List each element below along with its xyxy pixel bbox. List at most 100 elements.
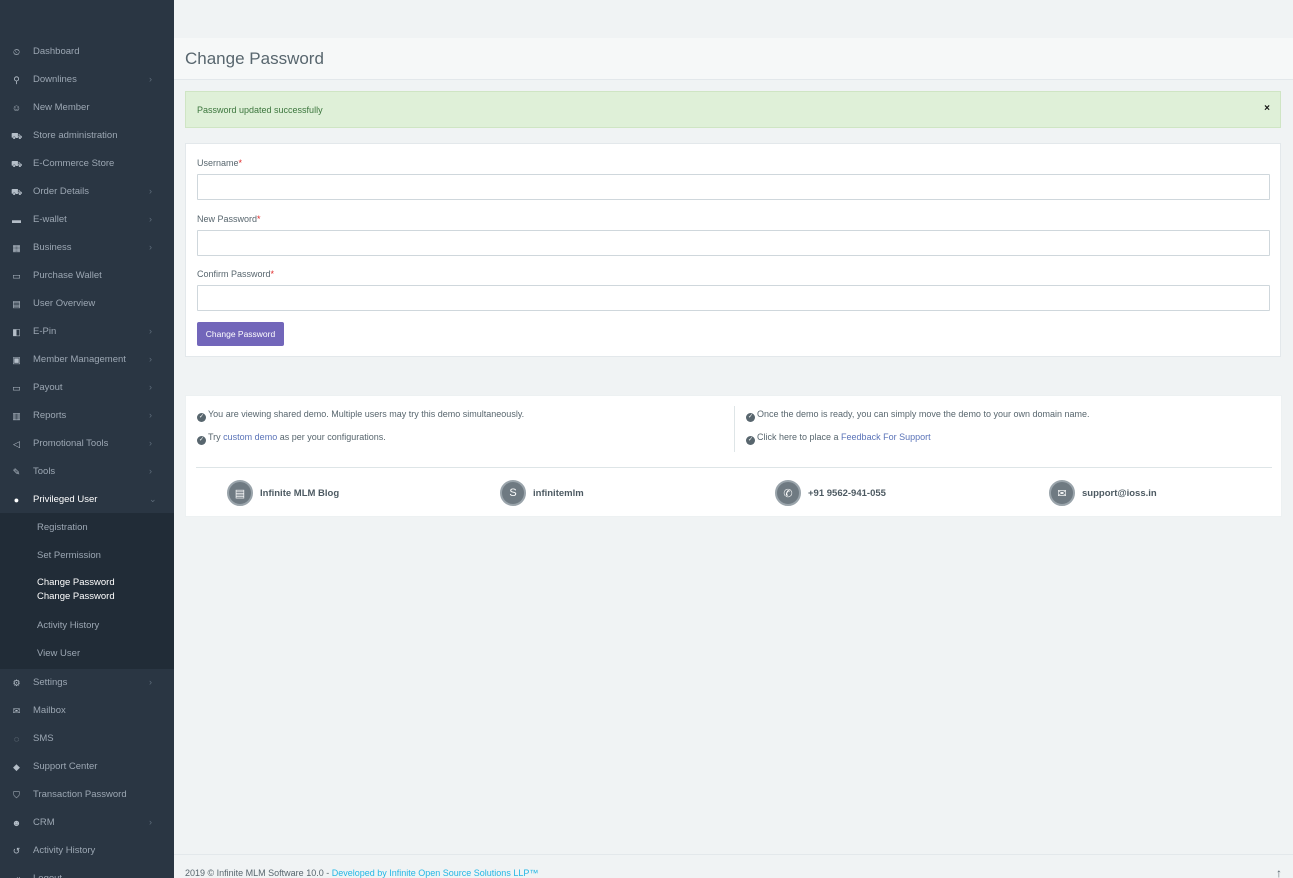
sidebar-item-downlines[interactable]: ⚲ Downlines › xyxy=(0,66,174,94)
required-mark: * xyxy=(238,158,243,168)
sidebar-item-payout[interactable]: ▭ Payout › xyxy=(0,374,174,402)
info-line-feedback: ✓ Click here to place a Feedback For Supp… xyxy=(746,432,931,445)
chevron-right-icon: › xyxy=(149,242,152,252)
chevron-right-icon: › xyxy=(149,354,152,364)
horizontal-divider xyxy=(196,467,1272,468)
submenu-item-change-password-label: Change Password xyxy=(37,577,115,588)
privileged-user-submenu: Registration Set Permission Change Passw… xyxy=(0,513,174,669)
sidebar-item-label: E-wallet xyxy=(33,214,67,225)
sidebar-item-logout[interactable]: ⇥ Logout xyxy=(0,865,174,878)
check-circle-icon: ✓ xyxy=(746,413,755,422)
submenu-item-registration[interactable]: Registration xyxy=(37,522,88,533)
check-circle-icon: ✓ xyxy=(197,413,206,422)
sidebar-item-crm[interactable]: ☻ CRM › xyxy=(0,809,174,837)
sidebar-item-dashboard[interactable]: ⏲ Dashboard xyxy=(0,38,174,66)
new-password-input[interactable] xyxy=(197,230,1270,256)
bookmark-icon: ◧ xyxy=(12,327,21,337)
sidebar-item-store-administration[interactable]: ⛟ Store administration xyxy=(0,122,174,150)
sidebar-item-member-management[interactable]: ▣ Member Management › xyxy=(0,346,174,374)
sidebar-item-label: CRM xyxy=(33,817,55,828)
scroll-top-icon[interactable]: ↑ xyxy=(1276,866,1282,878)
change-password-button[interactable]: Change Password xyxy=(197,322,284,346)
sidebar-item-label: Logout xyxy=(33,873,62,878)
new-password-label: New Password* xyxy=(197,214,261,224)
contact-email[interactable]: ✉ support@ioss.in xyxy=(1049,480,1157,506)
submenu-item-change-password-label-2: Change Password xyxy=(37,591,115,602)
submenu-item-change-password[interactable]: Change Password Change Password xyxy=(37,576,115,604)
footer: 2019 © Infinite MLM Software 10.0 - Deve… xyxy=(174,854,1293,878)
submenu-item-activity-history[interactable]: Activity History xyxy=(37,620,99,631)
info-text: Once the demo is ready, you can simply m… xyxy=(757,409,1090,419)
confirm-password-input[interactable] xyxy=(197,285,1270,311)
sidebar-item-label: Activity History xyxy=(33,845,96,856)
contact-whatsapp[interactable]: ✆ +91 9562-941-055 xyxy=(775,480,886,506)
sidebar-item-label: Order Details xyxy=(33,186,89,197)
sidebar-item-label: Privileged User xyxy=(33,494,98,505)
contact-blog-label: Infinite MLM Blog xyxy=(260,487,340,499)
history-icon: ↺ xyxy=(12,846,21,856)
submenu-item-view-user[interactable]: View User xyxy=(37,648,80,659)
chevron-right-icon: › xyxy=(149,74,152,84)
chevron-down-icon: ⌄ xyxy=(149,494,157,504)
chevron-right-icon: › xyxy=(149,410,152,420)
sidebar-item-business[interactable]: ▦ Business › xyxy=(0,234,174,262)
sidebar-item-privileged-user[interactable]: ● Privileged User ⌄ xyxy=(0,486,174,514)
envelope-icon: ✉ xyxy=(1049,480,1075,506)
developer-link[interactable]: Developed by Infinite Open Source Soluti… xyxy=(332,868,539,878)
wallet-icon: ▭ xyxy=(12,271,21,281)
sidebar-item-user-overview[interactable]: ▤ User Overview xyxy=(0,290,174,318)
sidebar-item-label: Downlines xyxy=(33,74,77,85)
sidebar-item-label: SMS xyxy=(33,733,54,744)
sidebar-item-label: E-Commerce Store xyxy=(33,158,115,169)
sidebar-item-tools[interactable]: ✎ Tools › xyxy=(0,458,174,486)
building-icon: ▦ xyxy=(12,243,21,253)
dashboard-icon: ⏲ xyxy=(12,47,21,57)
sidebar-item-settings[interactable]: ⚙ Settings › xyxy=(0,669,174,697)
username-label: Username* xyxy=(197,158,242,168)
contact-email-label: support@ioss.in xyxy=(1082,487,1157,499)
sidebar-item-new-member[interactable]: ☺ New Member xyxy=(0,94,174,122)
custom-demo-link[interactable]: custom demo xyxy=(223,432,277,442)
sidebar-item-activity-history[interactable]: ↺ Activity History xyxy=(0,837,174,865)
shield-icon: ⛉ xyxy=(13,790,20,800)
contact-skype[interactable]: S infinitemlm xyxy=(500,480,584,506)
chevron-right-icon: › xyxy=(149,438,152,448)
sidebar-item-label: User Overview xyxy=(33,298,96,309)
info-text: You are viewing shared demo. Multiple us… xyxy=(208,409,525,419)
close-icon[interactable]: × xyxy=(1264,103,1270,114)
sidebar-item-label: Mailbox xyxy=(33,705,66,716)
sidebar-item-order-details[interactable]: ⛟ Order Details › xyxy=(0,178,174,206)
chevron-right-icon: › xyxy=(149,382,152,392)
sidebar-item-sms[interactable]: ◌ SMS xyxy=(0,725,174,753)
cart-arrow-icon: ⛟ xyxy=(11,131,23,141)
sidebar-item-label: Tools xyxy=(33,466,56,477)
sidebar-item-label: Purchase Wallet xyxy=(33,270,102,281)
sidebar-item-promotional-tools[interactable]: ◁ Promotional Tools › xyxy=(0,430,174,458)
chevron-right-icon: › xyxy=(149,186,152,196)
chevron-right-icon: › xyxy=(149,326,152,336)
sign-out-icon: ⇥ xyxy=(11,874,22,878)
sidebar-item-e-wallet[interactable]: ▬ E-wallet › xyxy=(0,206,174,234)
sitemap-icon: ⚲ xyxy=(13,75,20,85)
sidebar-item-e-pin[interactable]: ◧ E-Pin › xyxy=(0,318,174,346)
feedback-link[interactable]: Feedback For Support xyxy=(841,432,931,442)
sidebar-item-transaction-password[interactable]: ⛉ Transaction Password xyxy=(0,781,174,809)
sidebar-item-purchase-wallet[interactable]: ▭ Purchase Wallet xyxy=(0,262,174,290)
sidebar-item-support-center[interactable]: ◆ Support Center xyxy=(0,753,174,781)
info-line-domain: ✓ Once the demo is ready, you can simply … xyxy=(746,409,1090,422)
copyright-text: 2019 © Infinite MLM Software 10.0 - xyxy=(185,868,332,878)
chevron-right-icon: › xyxy=(149,214,152,224)
ticket-icon: ◆ xyxy=(13,762,20,772)
bar-chart-icon: ▥ xyxy=(12,411,21,421)
sidebar-item-e-commerce-store[interactable]: ⛟ E-Commerce Store xyxy=(0,150,174,178)
submenu-item-set-permission[interactable]: Set Permission xyxy=(37,550,101,561)
sidebar-item-label: Store administration xyxy=(33,130,118,141)
contact-blog[interactable]: ▤ Infinite MLM Blog xyxy=(227,480,339,506)
title-bar: Change Password xyxy=(174,38,1293,80)
sidebar-item-reports[interactable]: ▥ Reports › xyxy=(0,402,174,430)
success-alert: Password updated successfully × xyxy=(185,91,1281,128)
alert-message: Password updated successfully xyxy=(197,105,323,115)
sidebar: ⏲ Dashboard ⚲ Downlines › ☺ New Member ⛟ Store a… xyxy=(0,0,174,878)
username-input[interactable] xyxy=(197,174,1270,200)
sidebar-item-mailbox[interactable]: ✉ Mailbox xyxy=(0,697,174,725)
